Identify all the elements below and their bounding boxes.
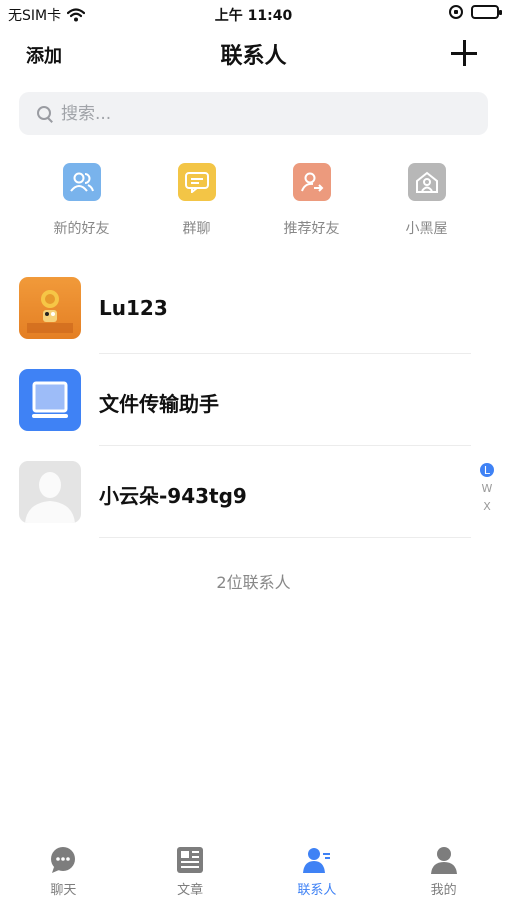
tab-chat[interactable]: 聊天: [0, 836, 127, 900]
contact-row[interactable]: 文件传输助手: [0, 354, 507, 446]
quick-action-label: 新的好友: [53, 221, 110, 237]
tab-label: 联系人: [297, 883, 337, 898]
avatar: [19, 277, 81, 339]
quick-action-label: 推荐好友: [283, 221, 340, 237]
index-letter[interactable]: L: [480, 463, 494, 477]
quick-action-new-friends[interactable]: 新的好友: [24, 163, 139, 243]
file-transfer-icon: [19, 369, 81, 431]
tab-contacts[interactable]: 联系人: [254, 836, 381, 900]
chat-icon: [51, 847, 76, 873]
page-title: 联系人: [220, 44, 287, 69]
contact-name: 文件传输助手: [99, 392, 219, 416]
quick-action-blacklist[interactable]: 小黑屋: [369, 163, 484, 243]
tab-profile[interactable]: 我的: [380, 836, 507, 900]
tab-label: 我的: [430, 883, 457, 898]
status-right: [449, 5, 502, 19]
contact-list: Lu123 文件传输助手 小云朵-943tg9: [0, 262, 507, 538]
tab-label: 聊天: [50, 883, 77, 898]
tab-bar: 聊天 文章 联系人 我的: [0, 836, 507, 900]
index-letter[interactable]: X: [480, 499, 494, 513]
contacts-count: 2位联系人: [216, 573, 291, 592]
profile-icon: [430, 847, 457, 874]
contact-name: Lu123: [99, 296, 168, 320]
contacts-icon: [302, 848, 330, 873]
quick-action-group-chat[interactable]: 群聊: [139, 163, 254, 243]
contact-name: 小云朵-943tg9: [99, 484, 247, 508]
divider: [99, 537, 471, 538]
tab-articles[interactable]: 文章: [127, 836, 254, 900]
contact-row[interactable]: 小云朵-943tg9: [0, 446, 507, 538]
contact-row[interactable]: Lu123: [0, 262, 507, 354]
status-bar: 无SIM卡 上午 11:40: [0, 0, 507, 28]
alphabet-index[interactable]: L W X: [480, 463, 494, 513]
status-time: 上午 11:40: [214, 8, 293, 24]
chat-bubble-icon: [177, 163, 216, 201]
quick-actions: 新的好友 群聊 推荐好友 小黑屋: [24, 163, 484, 243]
users-icon: [62, 163, 101, 201]
orientation-lock-icon: [449, 5, 463, 19]
search-box[interactable]: [19, 92, 488, 135]
battery-icon: [471, 5, 502, 19]
index-letter[interactable]: W: [480, 481, 494, 495]
plus-icon[interactable]: [451, 40, 477, 66]
user-share-icon: [292, 163, 331, 201]
house-lock-icon: [407, 163, 446, 201]
quick-action-label: 小黑屋: [405, 221, 448, 237]
default-person-avatar: [19, 461, 81, 523]
quick-action-label: 群聊: [182, 221, 211, 237]
article-icon: [177, 847, 204, 873]
quick-action-recommend-friends[interactable]: 推荐好友: [254, 163, 369, 243]
nav-bar: 添加 联系人: [0, 28, 507, 80]
search-icon: [37, 105, 53, 122]
search-input[interactable]: [61, 103, 461, 124]
tab-label: 文章: [177, 883, 204, 898]
